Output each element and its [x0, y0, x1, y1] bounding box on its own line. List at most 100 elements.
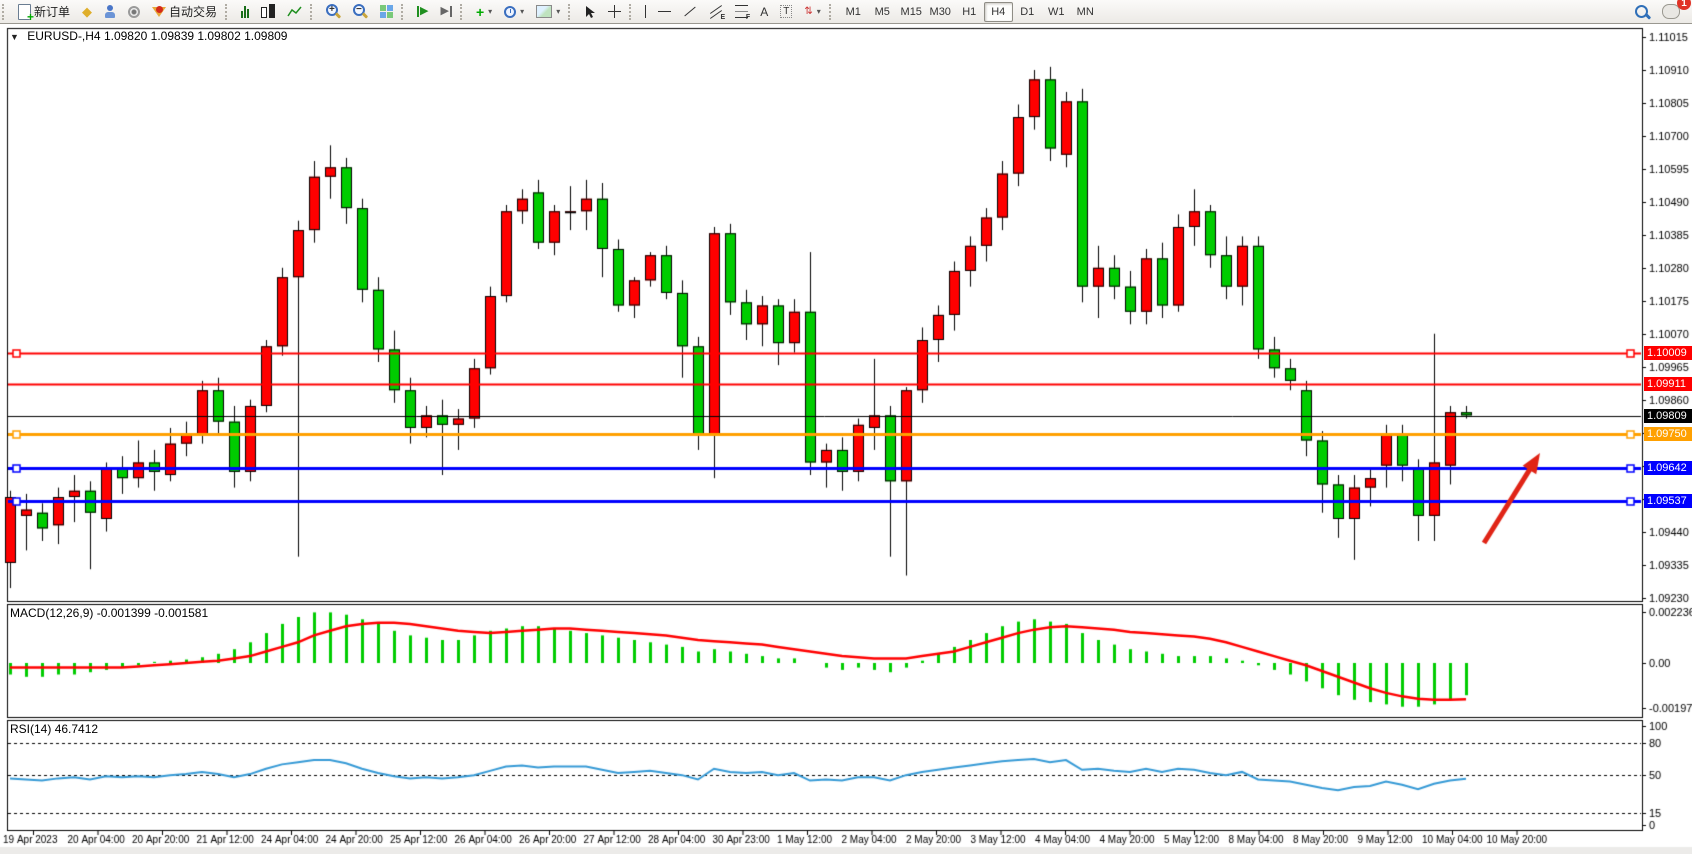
new-order-icon: + [18, 4, 31, 20]
notifications-button[interactable]: 1 [1657, 1, 1685, 22]
profile-button[interactable] [99, 1, 121, 22]
search-button[interactable] [1629, 1, 1655, 22]
autotrade-label: 自动交易 [169, 3, 217, 20]
text-label-icon: T [780, 5, 792, 18]
toolbar-grip[interactable] [401, 4, 407, 20]
macd-label: MACD(12,26,9) [10, 606, 93, 620]
indicators-icon: + [476, 6, 484, 18]
fibonacci-icon: F [735, 5, 748, 18]
mt4-window: + 新订单 ◆ 自动交易 + − [0, 0, 1692, 854]
tile-windows-icon [380, 5, 393, 18]
trendline-icon [685, 7, 696, 17]
candle-chart-icon [261, 5, 275, 18]
zoom-out-button[interactable]: − [348, 1, 373, 22]
signals-button[interactable] [123, 1, 145, 22]
autotrade-button[interactable]: 自动交易 [147, 1, 222, 22]
toolbar-grip[interactable] [568, 4, 574, 20]
text-icon: A [760, 5, 768, 19]
zoom-in-icon: + [326, 4, 341, 19]
text-button[interactable]: A [755, 1, 773, 22]
price-level-badge: 1.09750 [1644, 427, 1692, 441]
macd-header: MACD(12,26,9) -0.001399 -0.001581 [10, 606, 208, 620]
timeframe-button-d1[interactable]: D1 [1013, 2, 1042, 22]
cursor-icon [584, 5, 596, 19]
channel-icon: E [709, 6, 723, 18]
toolbar-grip[interactable] [225, 4, 231, 20]
bar-chart-icon [241, 5, 249, 18]
templates-icon [536, 5, 552, 18]
collapse-arrow-icon[interactable]: ▼ [10, 32, 19, 42]
profile-icon [104, 5, 116, 19]
signal-icon [128, 6, 140, 18]
templates-button[interactable]: ▾ [531, 1, 565, 22]
zoom-in-button[interactable]: + [321, 1, 346, 22]
horizontal-line-button[interactable] [653, 1, 676, 22]
crosshair-button[interactable] [603, 1, 626, 22]
indicators-button[interactable]: +▾ [471, 1, 497, 22]
macd-values: -0.001399 -0.001581 [97, 606, 208, 620]
ohlc-values: 1.09820 1.09839 1.09802 1.09809 [104, 29, 288, 43]
rsi-header: RSI(14) 46.7412 [10, 722, 98, 736]
timeframe-button-m15[interactable]: M15 [897, 2, 926, 22]
toolbar-grip[interactable] [829, 4, 835, 20]
timeframe-button-mn[interactable]: MN [1071, 2, 1100, 22]
candle-chart-button[interactable] [256, 1, 280, 22]
rsi-value: 46.7412 [55, 722, 98, 736]
arrows-button[interactable]: ⇅▾ [799, 1, 825, 22]
new-order-label: 新订单 [34, 3, 70, 20]
horizontal-line-icon [658, 11, 671, 12]
timeframe-group: M1M5M15M30H1H4D1W1MN [839, 2, 1100, 22]
toolbar-grip[interactable] [310, 4, 316, 20]
timeframe-button-m1[interactable]: M1 [839, 2, 868, 22]
chevron-down-icon: ▾ [817, 7, 821, 16]
vertical-line-button[interactable] [640, 1, 651, 22]
chart-shift-button[interactable]: ▶ [436, 1, 457, 22]
periods-button[interactable]: ▾ [499, 1, 529, 22]
crosshair-icon [608, 5, 621, 18]
new-order-button[interactable]: + 新订单 [13, 1, 75, 22]
price-level-badge: 1.09911 [1644, 377, 1692, 391]
price-chart-canvas[interactable] [0, 0, 1692, 854]
fibonacci-button[interactable]: F [730, 1, 753, 22]
zoom-out-icon: − [353, 4, 368, 19]
timeframe-button-h4[interactable]: H4 [984, 2, 1013, 22]
notification-badge: 1 [1677, 0, 1691, 10]
arrows-icon: ⇅ [804, 6, 812, 17]
price-level-badge: 1.10009 [1644, 346, 1692, 360]
channel-button[interactable]: E [704, 1, 728, 22]
timeframe-button-m30[interactable]: M30 [926, 2, 955, 22]
search-icon [1634, 4, 1650, 20]
price-level-badge: 1.09537 [1644, 494, 1692, 508]
symbol-label: EURUSD-,H4 [27, 29, 100, 43]
auto-scroll-icon: ▶ [417, 6, 428, 17]
toolbar: + 新订单 ◆ 自动交易 + − [0, 0, 1692, 24]
clock-icon [504, 6, 516, 18]
autotrade-icon [152, 7, 166, 17]
chart-header: ▼ EURUSD-,H4 1.09820 1.09839 1.09802 1.0… [10, 29, 287, 43]
tile-windows-button[interactable] [375, 1, 398, 22]
price-level-badge: 1.09809 [1644, 409, 1692, 423]
chevron-down-icon: ▾ [520, 7, 524, 16]
timeframe-button-w1[interactable]: W1 [1042, 2, 1071, 22]
toolbar-grip[interactable] [460, 4, 466, 20]
trendline-button[interactable] [678, 1, 702, 22]
timeframe-button-m5[interactable]: M5 [868, 2, 897, 22]
vertical-line-icon [645, 5, 646, 18]
text-label-button[interactable]: T [775, 1, 797, 22]
toolbar-grip[interactable] [629, 4, 635, 20]
chevron-down-icon: ▾ [556, 7, 560, 16]
market-watch-icon: ◆ [82, 5, 92, 18]
bar-chart-button[interactable] [236, 1, 254, 22]
line-chart-button[interactable] [282, 1, 307, 22]
rsi-label: RSI(14) [10, 722, 51, 736]
price-level-badge: 1.09642 [1644, 461, 1692, 475]
timeframe-button-h1[interactable]: H1 [955, 2, 984, 22]
toolbar-right-group: 1 [1628, 1, 1692, 22]
market-watch-button[interactable]: ◆ [77, 1, 97, 22]
cursor-button[interactable] [579, 1, 601, 22]
toolbar-grip[interactable] [2, 4, 8, 20]
chevron-down-icon: ▾ [488, 7, 492, 16]
line-chart-icon [287, 6, 302, 18]
chart-shift-icon: ▶ [441, 6, 452, 17]
auto-scroll-button[interactable]: ▶ [412, 1, 433, 22]
